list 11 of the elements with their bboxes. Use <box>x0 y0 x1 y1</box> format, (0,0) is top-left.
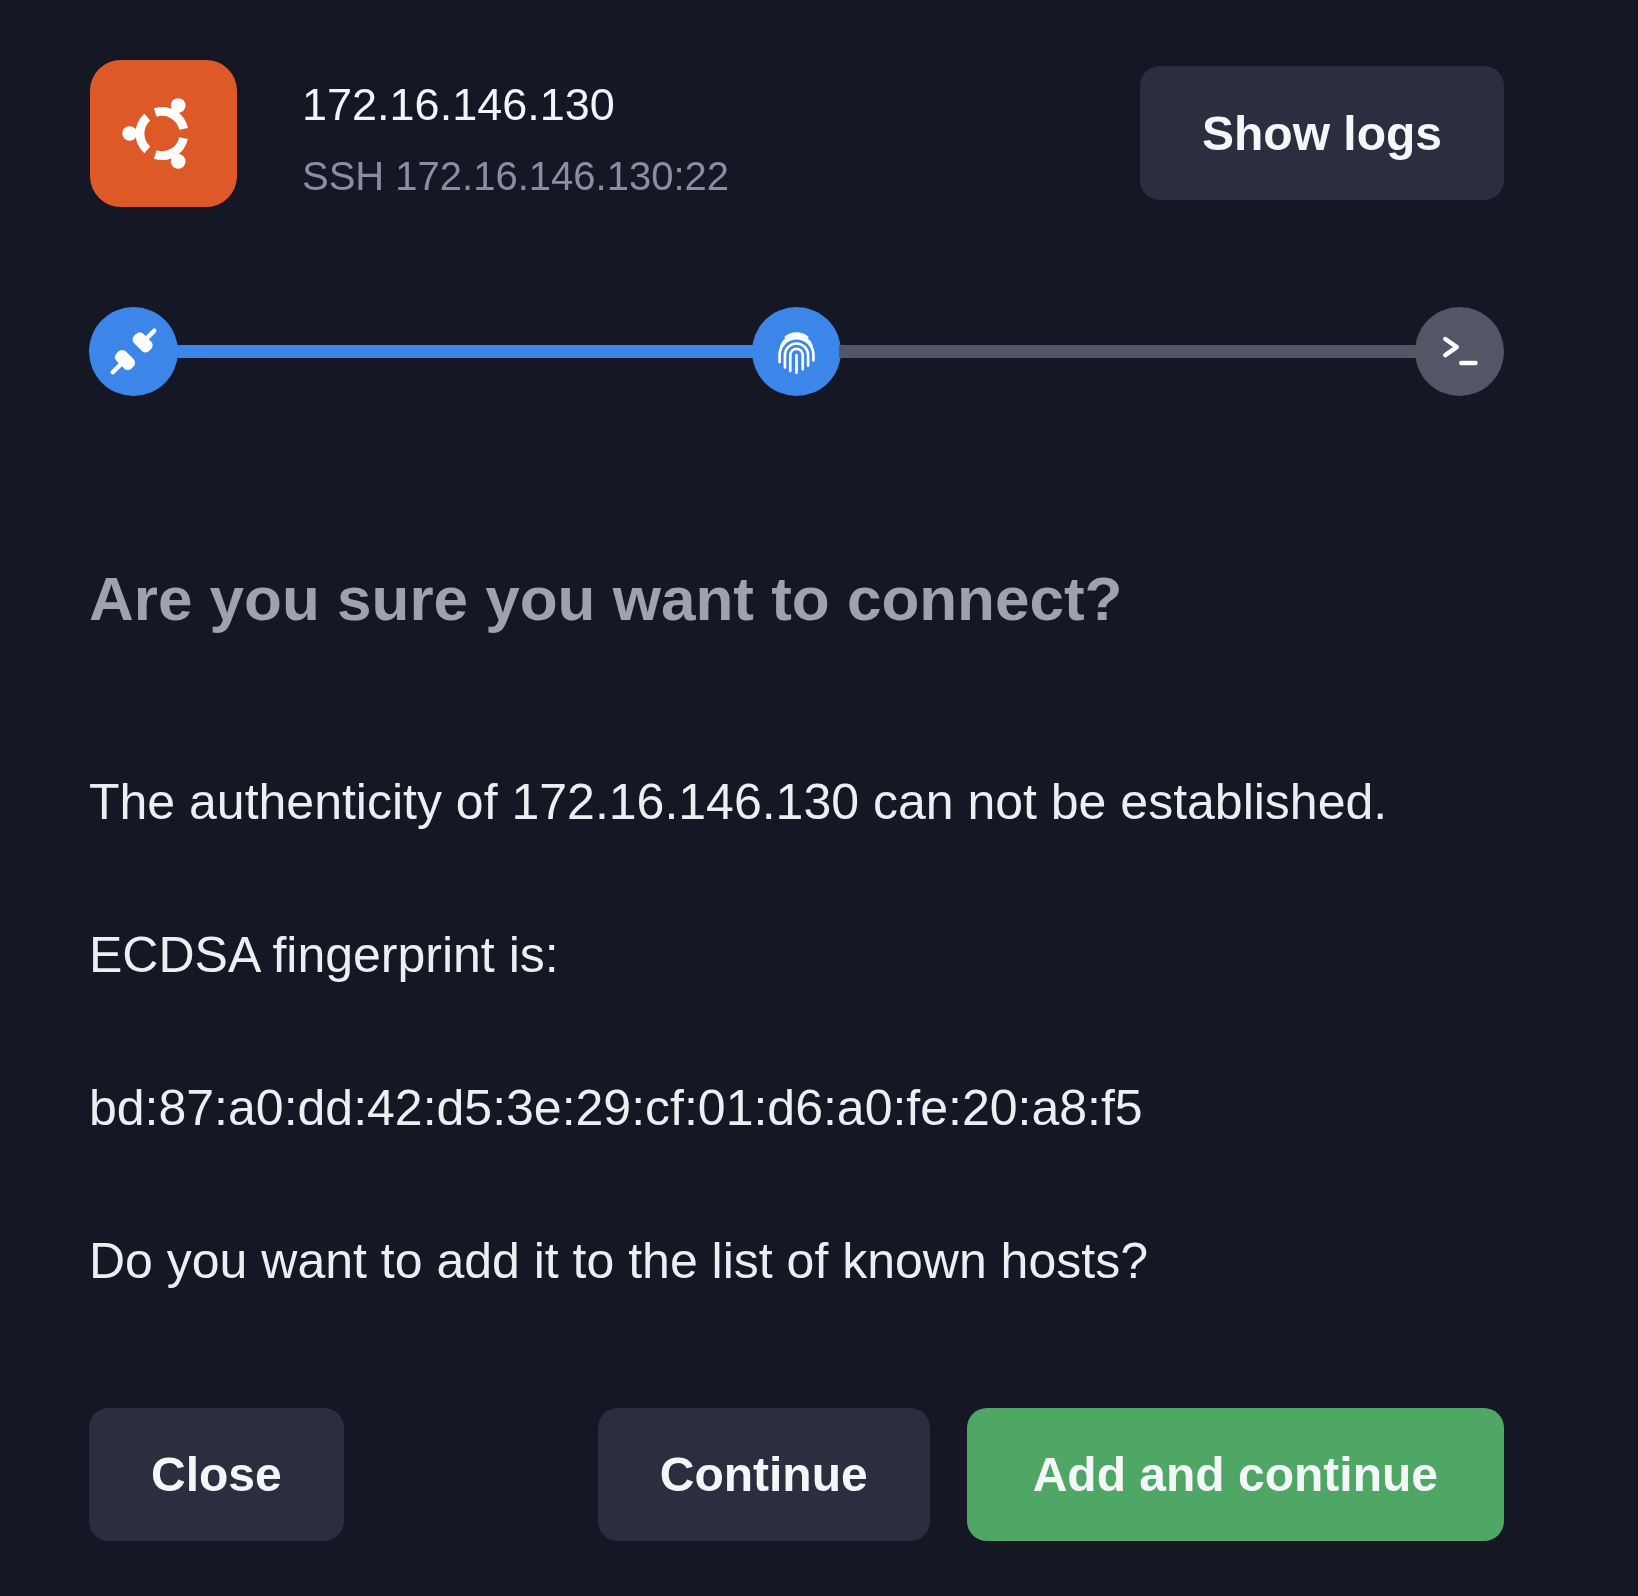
secondary-button[interactable]: Close <box>89 1408 344 1541</box>
authenticity-message: The authenticity of 172.16.146.130 can not be established. <box>89 773 1388 832</box>
fingerprint-label: ECDSA fingerprint is: <box>89 926 559 985</box>
show-logs-button[interactable]: Show logs <box>1140 66 1504 200</box>
dialog-heading: Are you sure you want to connect? <box>89 563 1123 635</box>
secondary-button[interactable]: Continue <box>597 1408 930 1541</box>
host-address: 172.16.146.130 <box>302 78 615 132</box>
known-hosts-question: Do you want to add it to the list of known hosts? <box>89 1232 1148 1291</box>
logo-icon <box>89 60 238 207</box>
connection-details: SSH 172.16.146.130:22 <box>302 153 729 200</box>
fingerprint-value: bd:87:a0:dd:42:d5:3e:29:cf:01:d6:a0:fe:20:a8:f5 <box>89 1079 1143 1138</box>
